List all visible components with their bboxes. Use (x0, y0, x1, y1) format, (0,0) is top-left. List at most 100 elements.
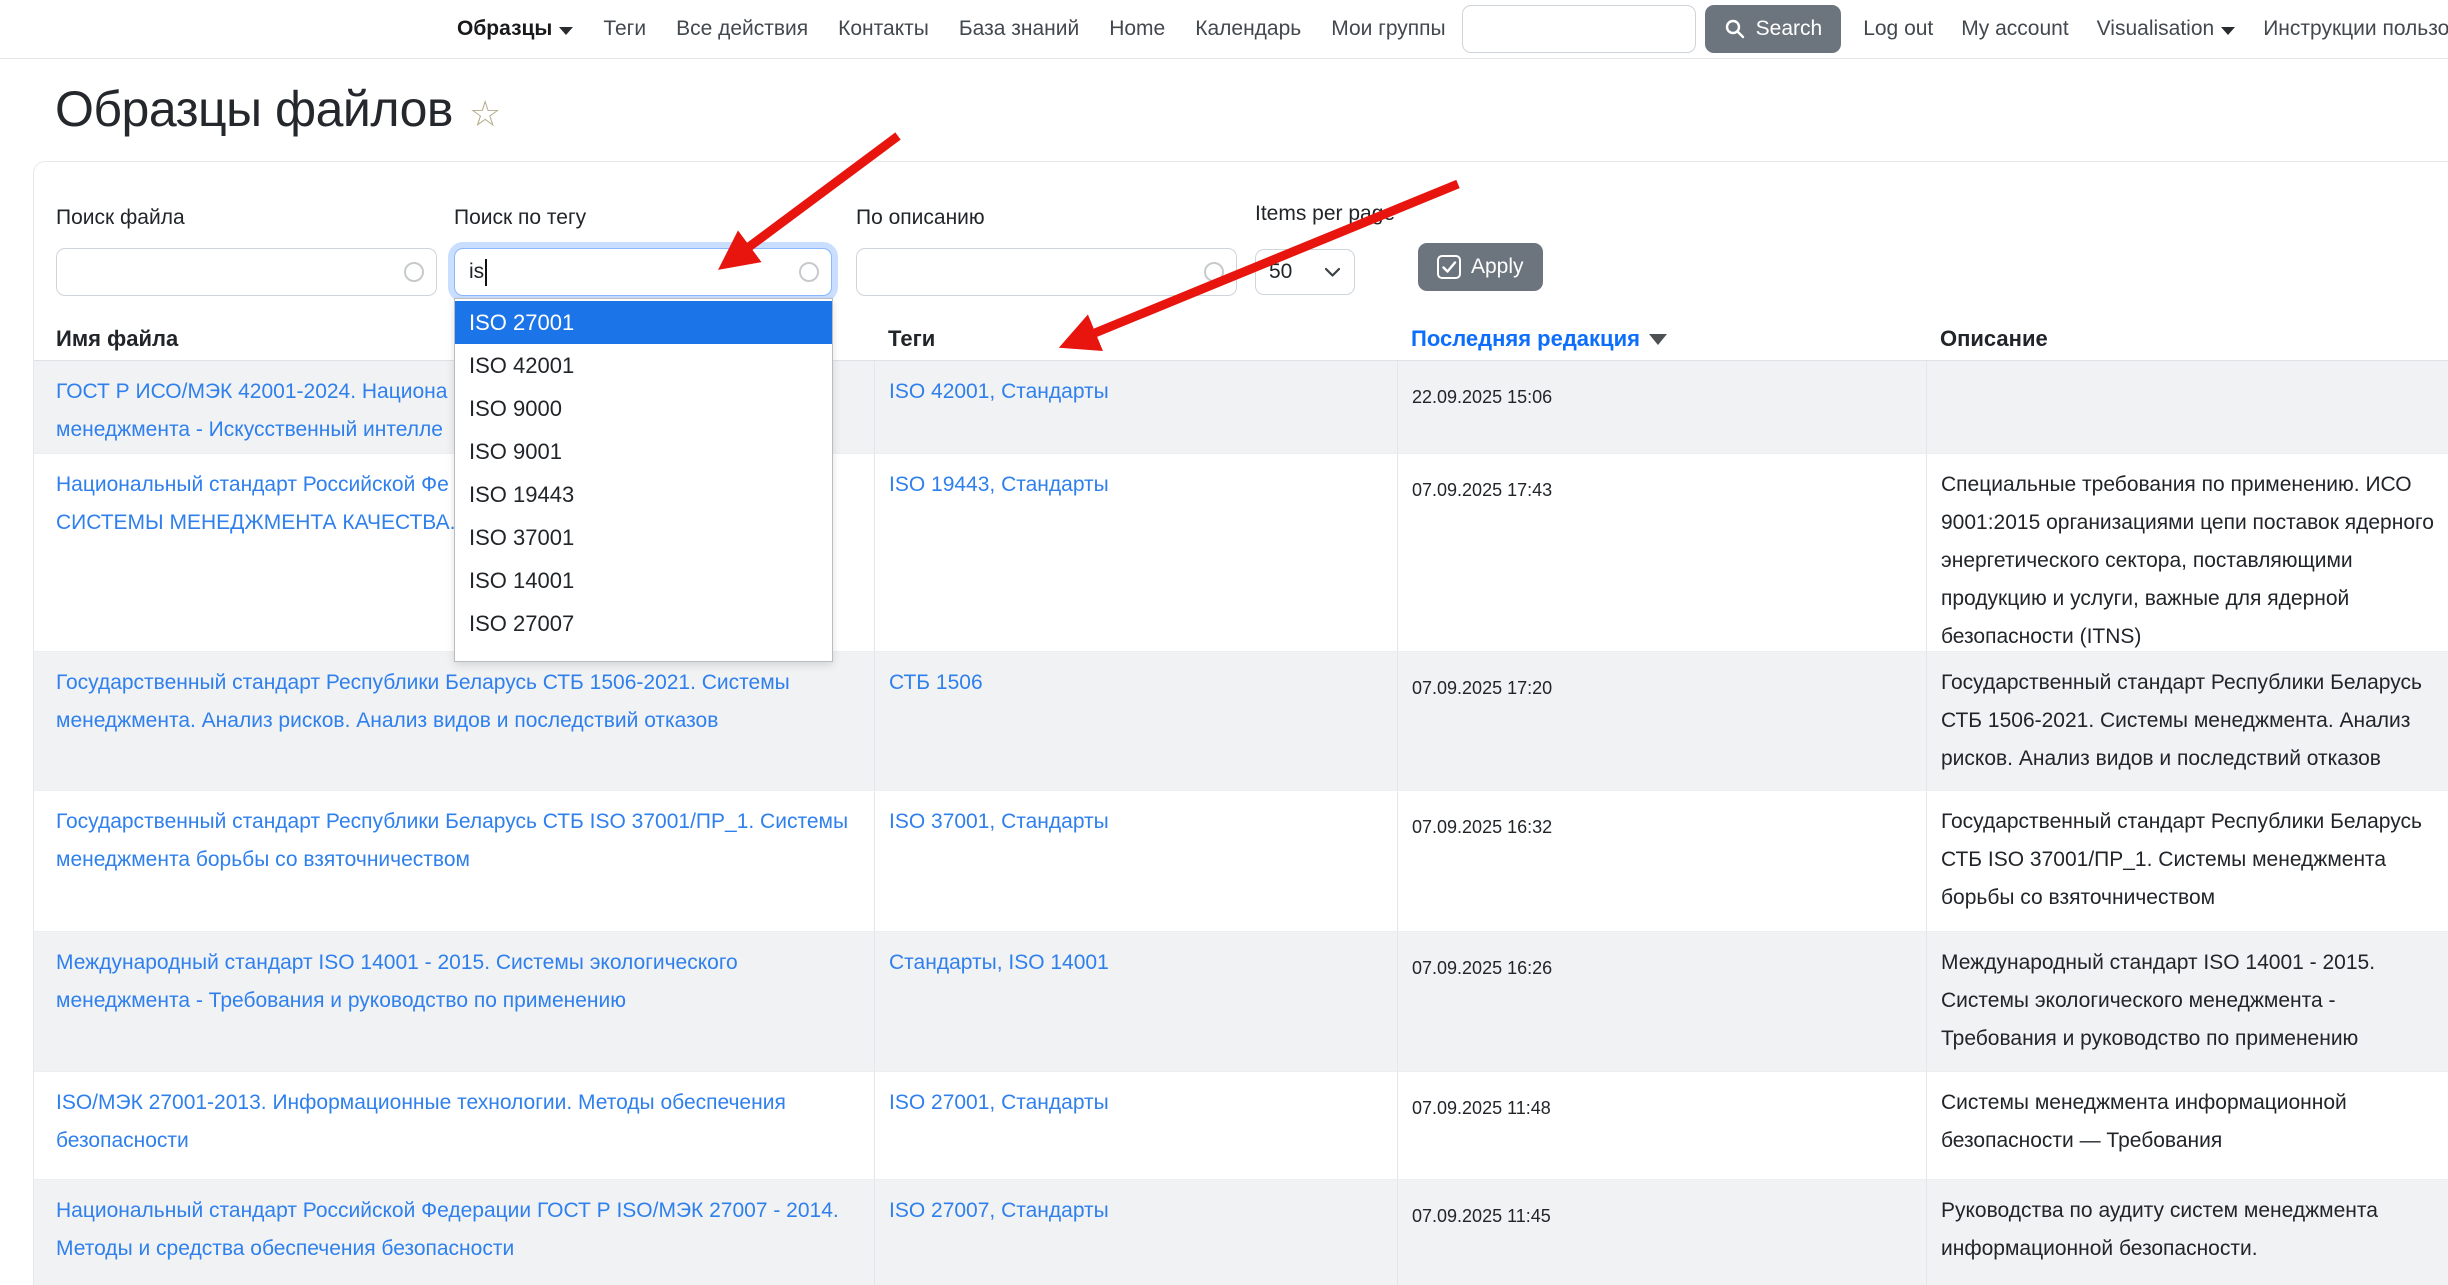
nav-item-tags[interactable]: Теги (603, 17, 646, 41)
nav-item-label: Инструкции пользователя (2263, 17, 2448, 41)
content-panel: Поиск файла Поиск по тегу По описанию It… (33, 161, 2448, 1285)
description-cell: Специальные требования по применению. ИС… (1926, 454, 2448, 651)
nav-item-label: Log out (1863, 17, 1933, 41)
tag-link[interactable]: Стандарты (889, 951, 997, 974)
tag-suggestion-item[interactable]: ISO 27007 (455, 602, 832, 645)
tag-link[interactable]: Стандарты (1001, 380, 1109, 403)
column-header-modified-label: Последняя редакция (1411, 326, 1640, 352)
tag-link[interactable]: Стандарты (1001, 1199, 1109, 1222)
last-modified-cell: 07.09.2025 17:43 (1397, 454, 1926, 651)
tag-link[interactable]: Стандарты (1001, 1091, 1109, 1114)
nav-item-label: Календарь (1195, 17, 1301, 41)
tags-cell: ISO 37001, Стандарты (874, 791, 1397, 931)
autocomplete-spinner-icon (799, 262, 819, 282)
nav-item-contacts[interactable]: Контакты (838, 17, 929, 41)
tag-suggestion-item[interactable]: ISO 19443 (455, 473, 832, 516)
tag-link[interactable]: ISO 37001 (889, 810, 989, 833)
description-cell: Руководства по аудиту систем менеджмента… (1926, 1180, 2448, 1285)
search-input[interactable] (1462, 5, 1696, 53)
last-modified-cell: 07.09.2025 11:45 (1397, 1180, 1926, 1285)
nav-item-label: Теги (603, 17, 646, 41)
tag-suggestion-item[interactable]: ISO 42001 (455, 344, 832, 387)
nav-item-label: Visualisation (2097, 17, 2215, 41)
table-row: Национальный стандарт Российской Фе СИСТ… (34, 454, 2448, 652)
chevron-down-icon (559, 27, 573, 35)
last-modified-cell: 07.09.2025 16:32 (1397, 791, 1926, 931)
description-cell: Государственный стандарт Республики Бела… (1926, 791, 2448, 931)
nav-item-label: База знаний (959, 17, 1079, 41)
search-button-label: Search (1756, 17, 1823, 41)
last-modified-cell: 22.09.2025 15:06 (1397, 361, 1926, 453)
tags-cell: ISO 27007, Стандарты (874, 1180, 1397, 1285)
tag-search-input[interactable]: is (454, 248, 832, 296)
nav-item-log-out[interactable]: Log out (1863, 17, 1933, 41)
last-modified-cell: 07.09.2025 17:20 (1397, 652, 1926, 790)
tag-suggestion-item[interactable]: ISO 9001 (455, 430, 832, 473)
file-name-link[interactable]: ГОСТ Р ИСО/МЭК 42001-2024. Национа менед… (56, 380, 447, 441)
file-name-link[interactable]: Международный стандарт ISO 14001 - 2015.… (56, 951, 738, 1012)
tag-suggestion-item[interactable]: ISO 27001 (455, 301, 832, 344)
nav-item-label: Контакты (838, 17, 929, 41)
description-search-label: По описанию (856, 206, 985, 230)
nav-item-calendar[interactable]: Календарь (1195, 17, 1301, 41)
tag-link[interactable]: Стандарты (1001, 473, 1109, 496)
apply-button[interactable]: Apply (1418, 243, 1543, 291)
nav-item-my-account[interactable]: My account (1961, 17, 2068, 41)
description-search-input[interactable] (856, 248, 1237, 296)
description-cell: Системы менеджмента информационной безоп… (1926, 1072, 2448, 1179)
file-name-link[interactable]: Национальный стандарт Российской Фе СИСТ… (56, 473, 455, 534)
tag-link[interactable]: ISO 27007 (889, 1199, 989, 1222)
table-header: Имя файла Теги Последняя редакция Описан… (34, 317, 2448, 361)
table-row: Международный стандарт ISO 14001 - 2015.… (34, 932, 2448, 1072)
file-name-link[interactable]: ISO/МЭК 27001-2013. Информационные техно… (56, 1091, 786, 1152)
nav-item-label: Мои группы (1331, 17, 1445, 41)
column-header-modified[interactable]: Последняя редакция (1397, 326, 1926, 352)
nav-item-label: Home (1109, 17, 1165, 41)
nav-item-home[interactable]: Home (1109, 17, 1165, 41)
tag-link[interactable]: Стандарты (1001, 810, 1109, 833)
nav-item-label: Образцы (457, 17, 552, 41)
tag-suggestion-item[interactable]: ISO 37001 (455, 516, 832, 559)
file-name-link[interactable]: Национальный стандарт Российской Федерац… (56, 1199, 839, 1260)
nav-item-visualisation[interactable]: Visualisation (2097, 17, 2236, 41)
table-body: ГОСТ Р ИСО/МЭК 42001-2024. Национа менед… (34, 361, 2448, 1285)
nav-item-user-instructions[interactable]: Инструкции пользователя (2263, 17, 2448, 41)
items-per-page-select[interactable]: 50 (1255, 249, 1355, 295)
tags-cell: ISO 27001, Стандарты (874, 1072, 1397, 1179)
table-row: ГОСТ Р ИСО/МЭК 42001-2024. Национа менед… (34, 361, 2448, 454)
nav-search-group: Search (1462, 5, 1842, 53)
file-search-input[interactable] (56, 248, 437, 296)
tag-link[interactable]: СТБ 1506 (889, 671, 983, 694)
tags-cell: Стандарты, ISO 14001 (874, 932, 1397, 1071)
tag-search-label: Поиск по тегу (454, 206, 586, 230)
autocomplete-spinner-icon (404, 262, 424, 282)
table-row: Государственный стандарт Республики Бела… (34, 791, 2448, 932)
tags-cell: ISO 42001, Стандарты (874, 361, 1397, 453)
description-cell: Международный стандарт ISO 14001 - 2015.… (1926, 932, 2448, 1071)
tag-link[interactable]: ISO 27001 (889, 1091, 989, 1114)
tag-link[interactable]: ISO 19443 (889, 473, 989, 496)
column-header-description[interactable]: Описание (1926, 326, 2448, 352)
tag-suggestion-item[interactable]: ISO 9000 (455, 387, 832, 430)
nav-item-all-actions[interactable]: Все действия (676, 17, 808, 41)
nav-item-my-groups[interactable]: Мои группы (1331, 17, 1445, 41)
tag-link[interactable]: ISO 42001 (889, 380, 989, 403)
tags-cell: СТБ 1506 (874, 652, 1397, 790)
nav-item-knowledge-base[interactable]: База знаний (959, 17, 1079, 41)
nav-item-samples[interactable]: Образцы (457, 17, 573, 41)
page-root: Образцы Теги Все действия Контакты База знан… (0, 0, 2448, 1285)
nav-left: Образцы Теги Все действия Контакты База знан… (457, 17, 1446, 41)
chevron-down-icon (1324, 267, 1341, 278)
file-name-link[interactable]: Государственный стандарт Республики Бела… (56, 810, 848, 871)
text-cursor (485, 259, 487, 286)
tag-link[interactable]: ISO 14001 (1008, 951, 1108, 974)
page-title: Образцы файлов (55, 80, 453, 138)
file-name-link[interactable]: Государственный стандарт Республики Бела… (56, 671, 790, 732)
table-row: Национальный стандарт Российской Федерац… (34, 1180, 2448, 1285)
column-header-tags[interactable]: Теги (874, 326, 1397, 352)
apply-button-label: Apply (1471, 255, 1524, 279)
items-per-page-label: Items per page (1255, 202, 1395, 226)
search-button[interactable]: Search (1705, 5, 1842, 53)
tag-suggestion-item[interactable]: ISO 14001 (455, 559, 832, 602)
favorite-star-icon[interactable]: ☆ (469, 96, 501, 132)
